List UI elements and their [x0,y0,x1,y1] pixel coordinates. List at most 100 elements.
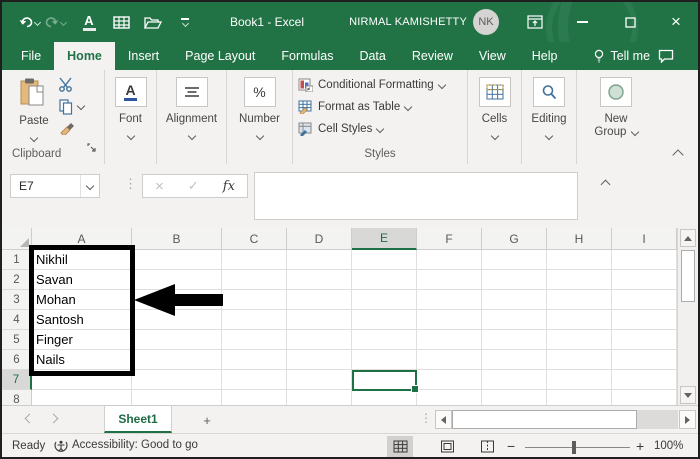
cell-E2[interactable] [352,270,417,290]
tab-page-layout[interactable]: Page Layout [172,42,268,70]
cell-E6[interactable] [352,350,417,370]
cell-I6[interactable] [612,350,677,370]
page-break-preview-button[interactable] [474,436,500,457]
cell-G2[interactable] [482,270,547,290]
maximize-button[interactable] [613,2,647,42]
cell-D3[interactable] [287,290,352,310]
enter-button[interactable]: ✓ [188,178,199,194]
zoom-slider-thumb[interactable] [572,441,576,454]
cell-E5[interactable] [352,330,417,350]
scroll-up-button[interactable] [680,229,696,247]
horizontal-scroll-track[interactable] [452,410,678,429]
cell-H5[interactable] [547,330,612,350]
zoom-slider-track[interactable] [525,447,630,448]
cells-group[interactable]: Cells [468,70,522,164]
column-header-D[interactable]: D [287,228,352,250]
tab-formulas[interactable]: Formulas [268,42,346,70]
cell-H4[interactable] [547,310,612,330]
cell-C2[interactable] [222,270,287,290]
cell-B4[interactable] [132,310,222,330]
next-sheet-icon[interactable] [48,413,59,424]
row-header-1[interactable]: 1 [2,250,32,270]
tab-home[interactable]: Home [54,42,115,70]
cell-H8[interactable] [547,390,612,405]
cell-B3[interactable] [132,290,222,310]
cell-D2[interactable] [287,270,352,290]
name-box-dropdown-icon[interactable] [80,175,99,197]
close-button[interactable]: × [659,2,693,42]
sheet-tab-sheet1[interactable]: Sheet1 [104,406,172,433]
cell-E8[interactable] [352,390,417,405]
name-box[interactable]: E7 [10,174,100,198]
cell-C5[interactable] [222,330,287,350]
editing-group[interactable]: Editing [522,70,577,164]
cell-I5[interactable] [612,330,677,350]
ribbon-display-options-button[interactable] [518,2,552,42]
format-as-table-button[interactable]: Format as Table [293,96,467,118]
cell-B5[interactable] [132,330,222,350]
cell-I3[interactable] [612,290,677,310]
cell-G8[interactable] [482,390,547,405]
cell-D7[interactable] [287,370,352,390]
cell-D6[interactable] [287,350,352,370]
row-header-6[interactable]: 6 [2,350,32,370]
tab-insert[interactable]: Insert [115,42,172,70]
row-header-5[interactable]: 5 [2,330,32,350]
cell-F4[interactable] [417,310,482,330]
clipboard-dialog-launcher[interactable] [87,140,97,158]
cut-button[interactable] [58,77,75,97]
cell-A7[interactable] [32,370,132,390]
comments-icon[interactable] [658,42,674,70]
fill-handle[interactable] [411,385,419,393]
scroll-right-button[interactable] [679,410,696,429]
previous-sheet-icon[interactable] [24,413,35,424]
cell-D4[interactable] [287,310,352,330]
new-sheet-button[interactable]: + [198,411,216,429]
cell-A5[interactable]: Finger [32,330,132,350]
cell-I1[interactable] [612,250,677,270]
tab-view[interactable]: View [466,42,519,70]
insert-function-button[interactable]: fx [223,179,235,194]
column-header-C[interactable]: C [222,228,287,250]
cell-H3[interactable] [547,290,612,310]
cell-B1[interactable] [132,250,222,270]
vertical-scroll-thumb[interactable] [681,250,695,302]
column-header-G[interactable]: G [482,228,547,250]
cell-H1[interactable] [547,250,612,270]
number-group[interactable]: % Number [227,70,293,164]
undo-button[interactable] [18,9,42,35]
paste-button[interactable]: Paste [12,74,56,143]
conditional-formatting-button[interactable]: ≠ Conditional Formatting [293,74,467,96]
cell-E4[interactable] [352,310,417,330]
copy-dropdown-icon[interactable] [76,101,86,111]
cell-I4[interactable] [612,310,677,330]
cell-B7[interactable] [132,370,222,390]
formula-bar-separator[interactable]: ⋮ [124,176,137,192]
scroll-left-button[interactable] [435,410,452,429]
cell-I2[interactable] [612,270,677,290]
vertical-scrollbar[interactable] [677,228,698,405]
horizontal-scrollbar[interactable] [435,410,696,429]
avatar[interactable]: NK [473,9,499,35]
normal-view-button[interactable] [387,436,413,457]
expand-formula-bar-icon[interactable] [600,179,611,190]
cell-B6[interactable] [132,350,222,370]
column-header-F[interactable]: F [417,228,482,250]
cell-F5[interactable] [417,330,482,350]
page-layout-view-button[interactable] [434,436,460,457]
zoom-in-button[interactable]: + [636,438,644,454]
column-header-H[interactable]: H [547,228,612,250]
cell-G7[interactable] [482,370,547,390]
collapse-ribbon-button[interactable] [672,149,684,161]
cell-F2[interactable] [417,270,482,290]
accessibility-status[interactable]: Accessibility: Good to go [54,438,198,452]
cell-D1[interactable] [287,250,352,270]
cell-G3[interactable] [482,290,547,310]
column-header-A[interactable]: A [32,228,132,250]
cell-F8[interactable] [417,390,482,405]
cell-G5[interactable] [482,330,547,350]
tab-data[interactable]: Data [346,42,398,70]
cell-C4[interactable] [222,310,287,330]
cell-F3[interactable] [417,290,482,310]
scroll-down-button[interactable] [680,386,696,404]
